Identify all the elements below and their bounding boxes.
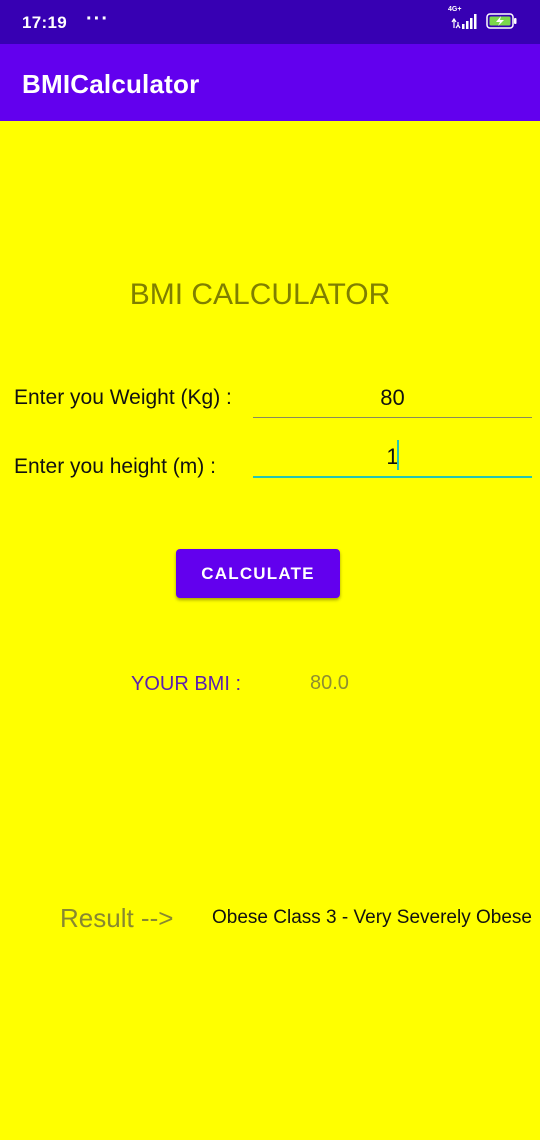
calculate-button[interactable]: CALCULATE [176,549,340,598]
signal-icon: 4G+ [448,6,480,30]
height-input[interactable] [253,438,532,478]
status-time: 17:19 [22,13,67,32]
weight-label: Enter you Weight (Kg) : [14,386,232,409]
app-title: BMICalculator [22,69,200,99]
result-value: Obese Class 3 - Very Severely Obese [212,907,532,928]
text-cursor [397,440,399,470]
app-bar: BMICalculator [0,44,540,121]
notification-dots: ··· [86,8,109,30]
status-icons: 4G+ [448,6,517,30]
battery-charging-icon [486,13,517,29]
weight-input[interactable] [253,378,532,418]
result-label: Result --> [60,903,174,933]
page-heading: BMI CALCULATOR [129,278,391,311]
height-label: Enter you height (m) : [14,455,216,478]
status-bar: 17:19 ··· 4G+ [0,0,540,44]
bmi-value: 80.0 [310,672,349,694]
network-type-label: 4G+ [448,6,462,13]
bmi-label: YOUR BMI : [131,673,242,695]
